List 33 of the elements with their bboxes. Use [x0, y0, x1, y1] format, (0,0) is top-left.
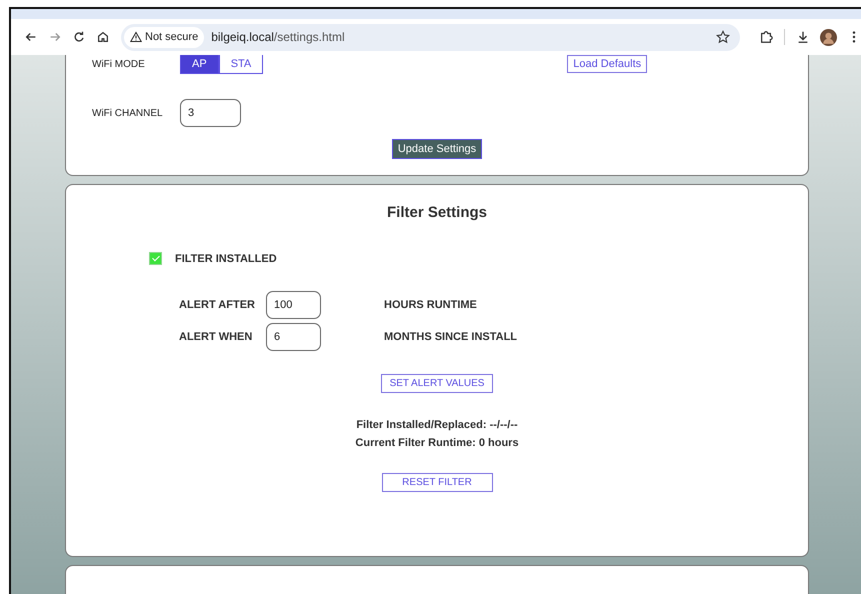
reset-filter-button[interactable]: RESET FILTER	[382, 473, 492, 492]
url-text: bilgeiq.local/settings.html	[211, 30, 346, 44]
back-icon[interactable]	[24, 30, 38, 44]
download-icon[interactable]	[796, 30, 810, 44]
alert-label: ALERT WHEN	[179, 331, 254, 343]
filter-installed-checkbox[interactable]	[149, 252, 162, 265]
alert-unit-label: MONTHS SINCE INSTALL	[384, 331, 518, 343]
reload-icon[interactable]	[72, 30, 86, 44]
star-icon[interactable]	[716, 30, 730, 44]
installed-date-text: Filter Installed/Replaced: --/--/--	[355, 419, 519, 431]
alert-value-field[interactable]: 100	[266, 291, 321, 319]
card-title: Filter Settings	[386, 204, 488, 221]
wifi-mode-label: WiFi MODE	[92, 58, 146, 70]
alert-unit-label: HOURS RUNTIME	[384, 299, 477, 311]
update-settings-button[interactable]: Update Settings	[392, 139, 482, 159]
load-defaults-button[interactable]: Load Defaults	[567, 55, 648, 73]
home-icon[interactable]	[96, 30, 110, 44]
alert-value-field[interactable]: 6	[266, 323, 321, 351]
puzzle-icon[interactable]	[759, 30, 773, 44]
menu-icon[interactable]	[852, 30, 856, 44]
forward-icon[interactable]	[48, 30, 62, 44]
wifi-channel-field[interactable]: 3	[180, 99, 241, 127]
wifi-mode-tab[interactable]: AP	[180, 55, 219, 74]
warning-icon	[130, 31, 142, 43]
alert-label: ALERT AFTER	[179, 299, 256, 311]
security-chip[interactable]: Not secure	[124, 26, 204, 48]
avatar-icon[interactable]	[820, 28, 837, 46]
checkbox-label: FILTER INSTALLED	[175, 252, 277, 264]
runtime-text: Current Filter Runtime: 0 hours	[354, 437, 520, 449]
address-bar[interactable]: Not secure bilgeiq.local/settings.html	[121, 24, 740, 50]
set-alert-values-button[interactable]: SET ALERT VALUES	[380, 374, 494, 393]
wifi-mode-tab[interactable]: STA	[218, 55, 264, 74]
wifi-channel-label: WiFi CHANNEL	[92, 108, 164, 118]
